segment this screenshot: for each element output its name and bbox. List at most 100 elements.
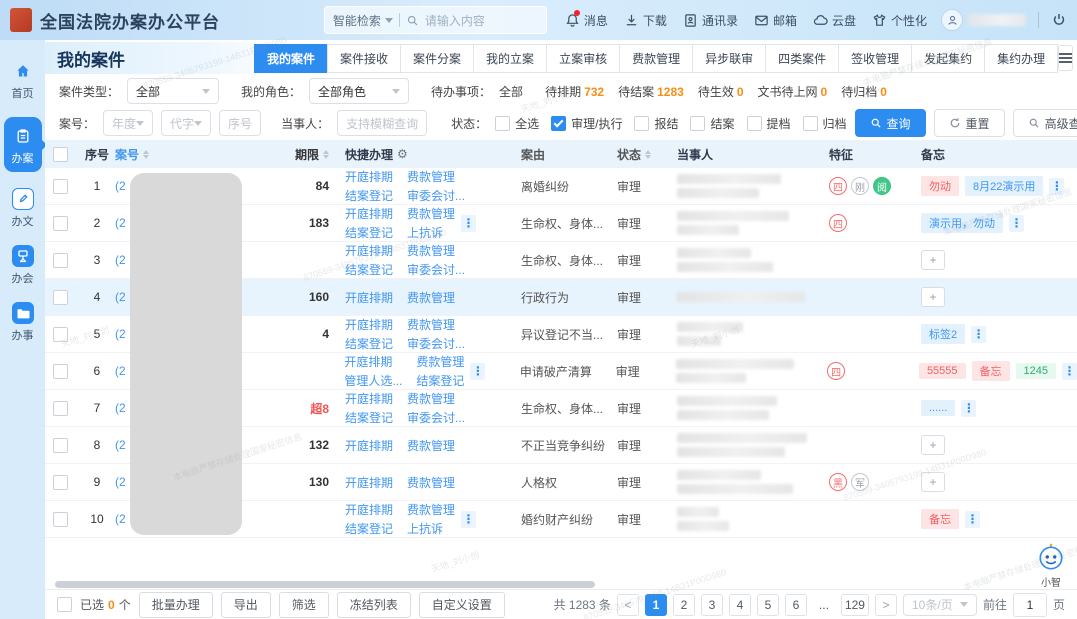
- todo-filter-待归档[interactable]: 待归档0: [841, 83, 887, 100]
- nav-cloud[interactable]: 云盘: [813, 12, 856, 29]
- quick-action-开庭排期[interactable]: 开庭排期: [345, 289, 393, 306]
- nav-download[interactable]: 下载: [624, 12, 667, 29]
- row-checkbox[interactable]: [53, 401, 68, 416]
- memo-tag[interactable]: 1245: [1016, 363, 1056, 379]
- status-option-全选[interactable]: 全选: [495, 115, 539, 132]
- memo-tag[interactable]: 8月22演示用: [965, 176, 1043, 196]
- more-actions-button[interactable]: ⋮: [461, 511, 476, 528]
- 自定义设置-button[interactable]: 自定义设置: [419, 592, 505, 618]
- quick-action-上抗诉[interactable]: 上抗诉: [407, 520, 455, 537]
- quick-action-开庭排期[interactable]: 开庭排期: [345, 242, 393, 259]
- memo-tag[interactable]: 勿动: [921, 176, 959, 196]
- settings-gear-icon[interactable]: ⚙: [397, 147, 408, 161]
- row-checkbox[interactable]: [53, 253, 68, 268]
- add-memo-button[interactable]: +: [921, 472, 945, 492]
- page-button-4[interactable]: 4: [729, 594, 751, 616]
- sort-icon[interactable]: [143, 150, 149, 159]
- checkbox[interactable]: [803, 116, 818, 131]
- quick-action-上抗诉[interactable]: 上抗诉: [407, 224, 455, 241]
- quick-action-费款管理[interactable]: 费款管理: [407, 437, 455, 454]
- status-option-归档[interactable]: 归档: [803, 115, 847, 132]
- party-input[interactable]: 支持模糊查询: [337, 110, 427, 136]
- quick-action-费款管理[interactable]: 费款管理: [407, 316, 465, 333]
- quick-action-费款管理[interactable]: 费款管理: [407, 168, 465, 185]
- tab-四类案件[interactable]: 四类案件: [765, 44, 839, 73]
- quick-action-费款管理[interactable]: 费款管理: [407, 501, 455, 518]
- role-select[interactable]: 全部角色: [309, 78, 409, 104]
- page-size-select[interactable]: 10条/页: [903, 594, 977, 616]
- user-avatar[interactable]: [941, 9, 1026, 31]
- assistant-robot[interactable]: 小智: [1031, 543, 1071, 589]
- sidebar-item-办文[interactable]: 办文: [0, 188, 45, 229]
- quick-action-结案登记[interactable]: 结案登记: [345, 187, 393, 204]
- row-checkbox[interactable]: [53, 475, 68, 490]
- nav-bell[interactable]: 消息: [565, 12, 608, 29]
- tab-立案审核[interactable]: 立案审核: [546, 44, 620, 73]
- row-checkbox[interactable]: [53, 438, 68, 453]
- sidebar-item-办案[interactable]: 办案: [4, 117, 42, 172]
- todo-filter-all[interactable]: 全部: [499, 83, 523, 100]
- tab-我的案件[interactable]: 我的案件: [254, 44, 328, 73]
- prev-page-button[interactable]: <: [617, 594, 639, 616]
- 筛选-button[interactable]: 筛选: [279, 592, 329, 618]
- quick-action-费款管理[interactable]: 费款管理: [407, 205, 455, 222]
- tab-案件接收[interactable]: 案件接收: [327, 44, 401, 73]
- todo-filter-文书待上网[interactable]: 文书待上网0: [758, 83, 828, 100]
- quick-action-管理人选[interactable]: 管理人选...: [344, 372, 402, 389]
- nav-contacts[interactable]: 通讯录: [683, 12, 738, 29]
- quick-action-开庭排期[interactable]: 开庭排期: [345, 316, 393, 333]
- row-checkbox[interactable]: [53, 216, 68, 231]
- memo-tag[interactable]: ......: [921, 400, 955, 416]
- quick-action-费款管理[interactable]: 费款管理: [416, 353, 464, 370]
- nav-mail[interactable]: 邮箱: [754, 12, 797, 29]
- query-button[interactable]: 查询: [855, 109, 926, 137]
- global-search[interactable]: 智能检索 请输入内容: [324, 6, 547, 34]
- search-mode-select[interactable]: 智能检索: [333, 12, 393, 29]
- page-button-1[interactable]: 1: [645, 594, 667, 616]
- todo-filter-待结案[interactable]: 待结案1283: [618, 83, 684, 100]
- more-memo-button[interactable]: ⋮: [1049, 178, 1064, 195]
- add-memo-button[interactable]: +: [921, 435, 945, 455]
- page-button-6[interactable]: 6: [785, 594, 807, 616]
- more-actions-button[interactable]: ⋮: [461, 215, 476, 232]
- memo-tag[interactable]: 55555: [919, 363, 966, 379]
- nav-personalize[interactable]: 个性化: [872, 12, 927, 29]
- select-all-checkbox[interactable]: [57, 597, 72, 612]
- 批量办理-button[interactable]: 批量办理: [139, 592, 213, 618]
- 导出-button[interactable]: 导出: [221, 592, 271, 618]
- page-button-129[interactable]: 129: [841, 594, 869, 616]
- tab-异步联审[interactable]: 异步联审: [692, 44, 766, 73]
- memo-tag[interactable]: 备忘: [921, 509, 959, 529]
- tab-案件分案[interactable]: 案件分案: [400, 44, 474, 73]
- checkbox[interactable]: [634, 116, 649, 131]
- quick-action-费款管理[interactable]: 费款管理: [407, 289, 455, 306]
- select-all-checkbox[interactable]: [53, 147, 68, 162]
- row-checkbox[interactable]: [53, 179, 68, 194]
- sidebar-item-办会[interactable]: 办会: [0, 245, 45, 286]
- case-seq-input[interactable]: 序号: [219, 110, 261, 136]
- tab-发起集约[interactable]: 发起集约: [911, 44, 985, 73]
- collapse-menu-button[interactable]: [1058, 45, 1073, 71]
- quick-action-开庭排期[interactable]: 开庭排期: [345, 168, 393, 185]
- status-option-审理/执行[interactable]: 审理/执行: [551, 115, 622, 132]
- horizontal-scrollbar[interactable]: [55, 581, 595, 588]
- 冻结列表-button[interactable]: 冻结列表: [337, 592, 411, 618]
- status-option-提档[interactable]: 提档: [747, 115, 791, 132]
- quick-action-开庭排期[interactable]: 开庭排期: [345, 437, 393, 454]
- tab-签收管理[interactable]: 签收管理: [838, 44, 912, 73]
- checkbox-checked[interactable]: [551, 116, 566, 131]
- quick-action-结案登记[interactable]: 结案登记: [345, 224, 393, 241]
- quick-action-开庭排期[interactable]: 开庭排期: [345, 390, 393, 407]
- quick-action-审委会讨[interactable]: 审委会讨...: [407, 409, 465, 426]
- quick-action-结案登记[interactable]: 结案登记: [345, 520, 393, 537]
- row-checkbox[interactable]: [53, 364, 68, 379]
- page-button-2[interactable]: 2: [673, 594, 695, 616]
- sort-icon[interactable]: [323, 150, 329, 159]
- row-checkbox[interactable]: [53, 290, 68, 305]
- todo-filter-待生效[interactable]: 待生效0: [698, 83, 744, 100]
- memo-tag[interactable]: 标签2: [921, 324, 965, 344]
- quick-action-费款管理[interactable]: 费款管理: [407, 390, 465, 407]
- case-type-select[interactable]: 全部: [127, 78, 219, 104]
- quick-action-结案登记[interactable]: 结案登记: [416, 372, 464, 389]
- page-button-5[interactable]: 5: [757, 594, 779, 616]
